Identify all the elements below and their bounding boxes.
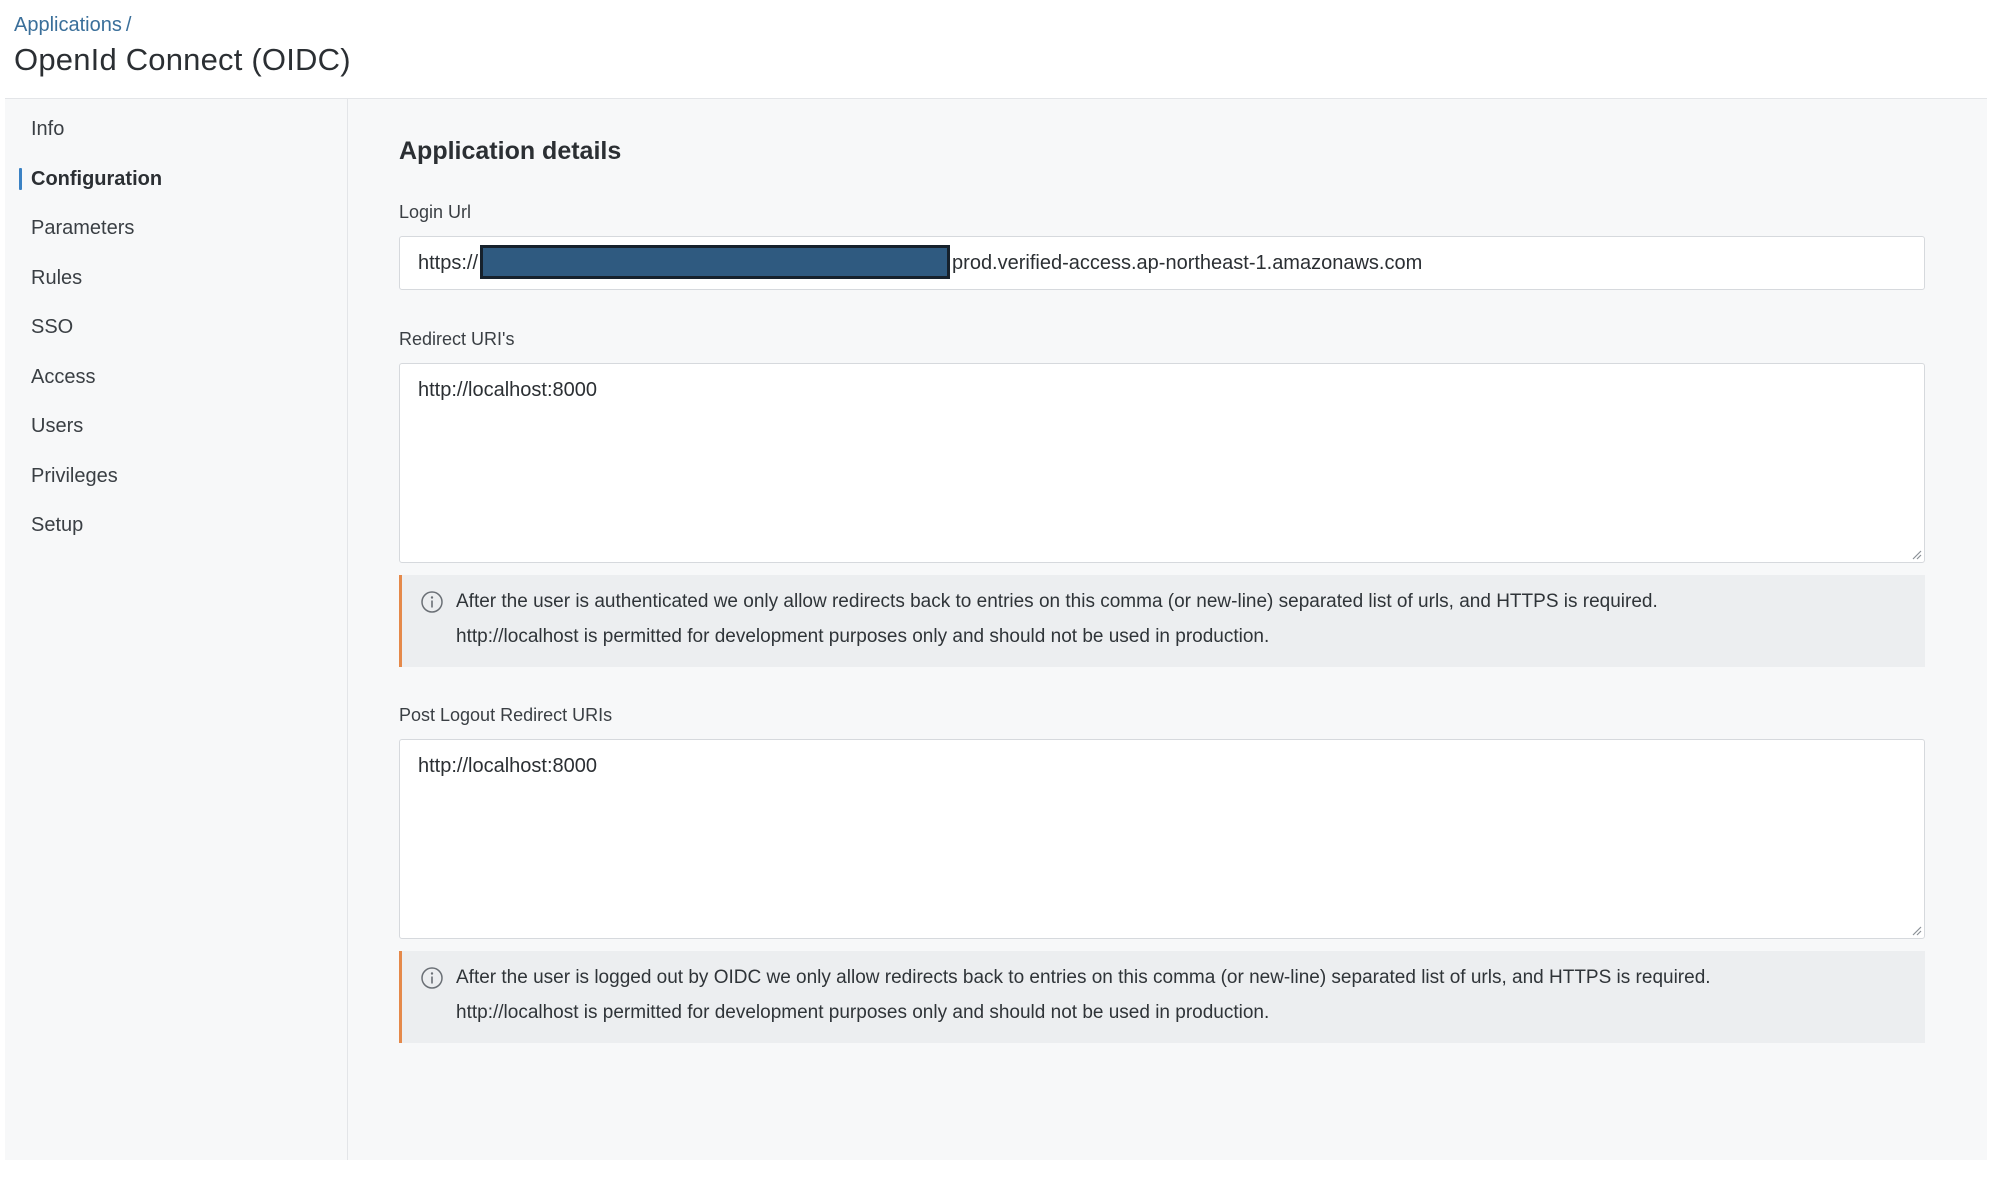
sidebar-item-label: Users bbox=[31, 415, 84, 437]
content-shell: Info Configuration Parameters Rules SSO … bbox=[5, 98, 1987, 1160]
login-url-prefix: https:// bbox=[418, 252, 479, 274]
sidebar-item-parameters[interactable]: Parameters bbox=[31, 212, 331, 244]
sidebar-item-setup[interactable]: Setup bbox=[31, 509, 331, 541]
sidebar-item-privileges[interactable]: Privileges bbox=[31, 460, 331, 492]
sidebar-item-label: Rules bbox=[31, 267, 83, 289]
resize-grip-icon[interactable] bbox=[1910, 924, 1922, 936]
sidebar-item-rules[interactable]: Rules bbox=[31, 262, 331, 294]
page-title: OpenId Connect (OIDC) bbox=[14, 42, 351, 77]
breadcrumb: Applications / bbox=[14, 14, 131, 37]
sidebar-item-label: Parameters bbox=[31, 217, 135, 239]
redacted-block bbox=[480, 244, 951, 279]
redirect-uris-notice: After the user is authenticated we only … bbox=[399, 575, 1925, 667]
sidebar-item-configuration[interactable]: Configuration bbox=[19, 163, 331, 195]
sidebar-item-label: Setup bbox=[31, 514, 84, 536]
notice-text: http://localhost is permitted for develo… bbox=[456, 1002, 1270, 1023]
sidebar-item-label: Access bbox=[31, 366, 96, 388]
post-logout-uris-value: http://localhost:8000 bbox=[418, 755, 598, 777]
main-panel: Application details Login Url https:// pr… bbox=[348, 99, 1987, 1160]
notice-text: After the user is authenticated we only … bbox=[456, 591, 1658, 612]
resize-grip-icon[interactable] bbox=[1910, 548, 1922, 560]
notice-text: http://localhost is permitted for develo… bbox=[456, 626, 1270, 647]
sidebar-item-label: Privileges bbox=[31, 465, 118, 487]
sidebar-nav: Info Configuration Parameters Rules SSO … bbox=[5, 99, 348, 1160]
redirect-uris-label: Redirect URI's bbox=[399, 329, 515, 349]
login-url-input[interactable]: https:// prod.verified-access.ap-northeas… bbox=[399, 236, 1925, 290]
sidebar-item-access[interactable]: Access bbox=[31, 361, 331, 393]
section-title: Application details bbox=[399, 137, 622, 165]
breadcrumb-separator: / bbox=[125, 14, 132, 36]
sidebar-item-info[interactable]: Info bbox=[31, 113, 331, 145]
sidebar-item-sso[interactable]: SSO bbox=[31, 311, 331, 343]
info-icon bbox=[421, 967, 443, 989]
login-url-suffix: prod.verified-access.ap-northeast-1.amaz… bbox=[952, 252, 1423, 274]
notice-text: After the user is logged out by OIDC we … bbox=[456, 967, 1711, 988]
info-icon bbox=[421, 591, 443, 613]
active-indicator bbox=[19, 168, 22, 190]
post-logout-uris-label: Post Logout Redirect URIs bbox=[399, 705, 613, 725]
sidebar-item-label: Info bbox=[31, 118, 65, 140]
sidebar-item-users[interactable]: Users bbox=[31, 410, 331, 442]
redirect-uris-value: http://localhost:8000 bbox=[418, 379, 598, 401]
sidebar-item-label: Configuration bbox=[31, 168, 163, 190]
redirect-uris-textarea[interactable]: http://localhost:8000 bbox=[399, 363, 1925, 563]
post-logout-uris-textarea[interactable]: http://localhost:8000 bbox=[399, 739, 1925, 939]
breadcrumb-applications-link[interactable]: Applications bbox=[14, 14, 122, 36]
page-header: Applications / OpenId Connect (OIDC) bbox=[0, 0, 1992, 98]
sidebar-item-label: SSO bbox=[31, 316, 74, 338]
post-logout-uris-notice: After the user is logged out by OIDC we … bbox=[399, 951, 1925, 1043]
login-url-label: Login Url bbox=[399, 202, 472, 222]
